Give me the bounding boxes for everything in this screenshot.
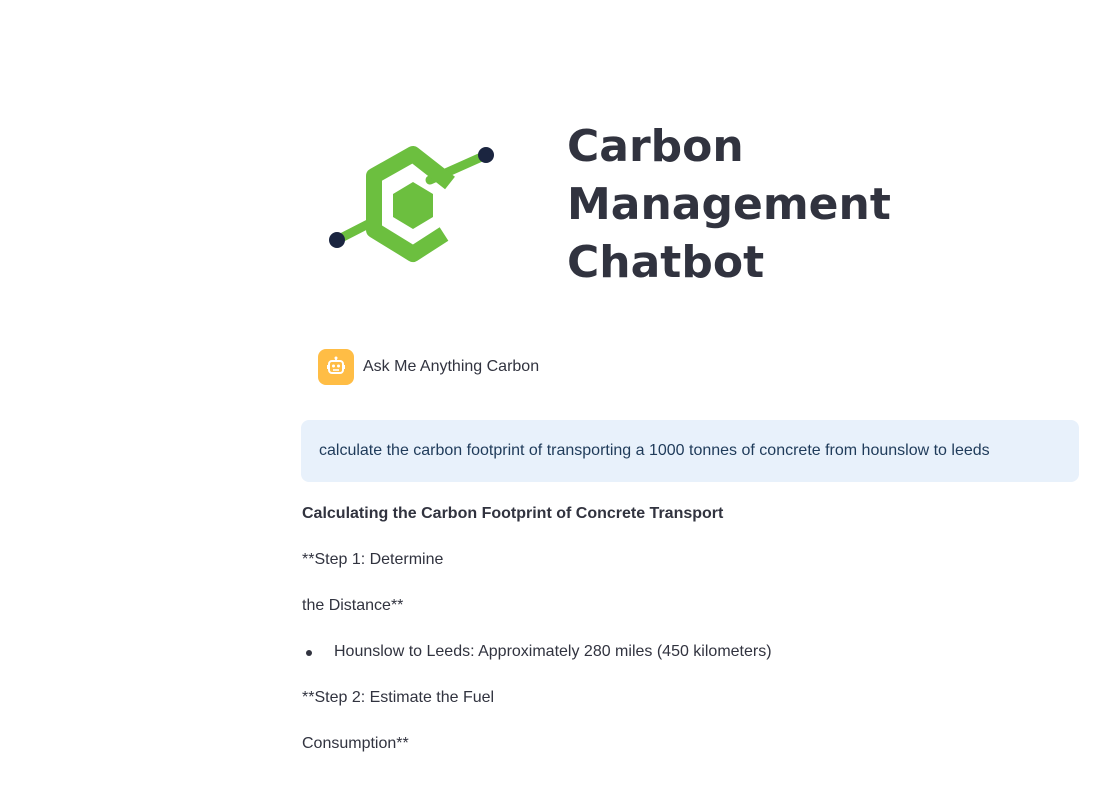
response-paragraph: the Distance**	[302, 597, 404, 614]
response-heading: Calculating the Carbon Footprint of Conc…	[302, 505, 724, 522]
chat-page: Carbon Management Chatbot Ask Me Anythin…	[0, 0, 1105, 794]
response-paragraph: **Step 2: Estimate the Fuel	[302, 689, 495, 706]
response-paragraph: Consumption**	[302, 735, 409, 752]
title-line: Management	[567, 179, 891, 230]
response-paragraph: **Step 1: Determine	[302, 551, 444, 568]
user-message-bubble: calculate the carbon footprint of transp…	[301, 420, 1079, 482]
assistant-response: Calculating the Carbon Footprint of Conc…	[302, 501, 1082, 777]
bullet-icon	[306, 650, 312, 656]
assistant-message: Ask Me Anything Carbon	[318, 349, 539, 385]
response-list: Hounslow to Leeds: Approximately 280 mil…	[302, 639, 1082, 685]
user-message-text: calculate the carbon footprint of transp…	[319, 442, 990, 459]
title-line: Carbon	[567, 121, 744, 172]
page-title: Carbon Management Chatbot	[567, 118, 891, 292]
list-item-text: Hounslow to Leeds: Approximately 280 mil…	[334, 643, 772, 660]
title-line: Chatbot	[567, 237, 765, 288]
assistant-greeting: Ask Me Anything Carbon	[363, 358, 540, 375]
robot-icon	[318, 349, 354, 385]
list-item: Hounslow to Leeds: Approximately 280 mil…	[302, 639, 1082, 685]
carbon-logo-icon	[318, 136, 508, 266]
